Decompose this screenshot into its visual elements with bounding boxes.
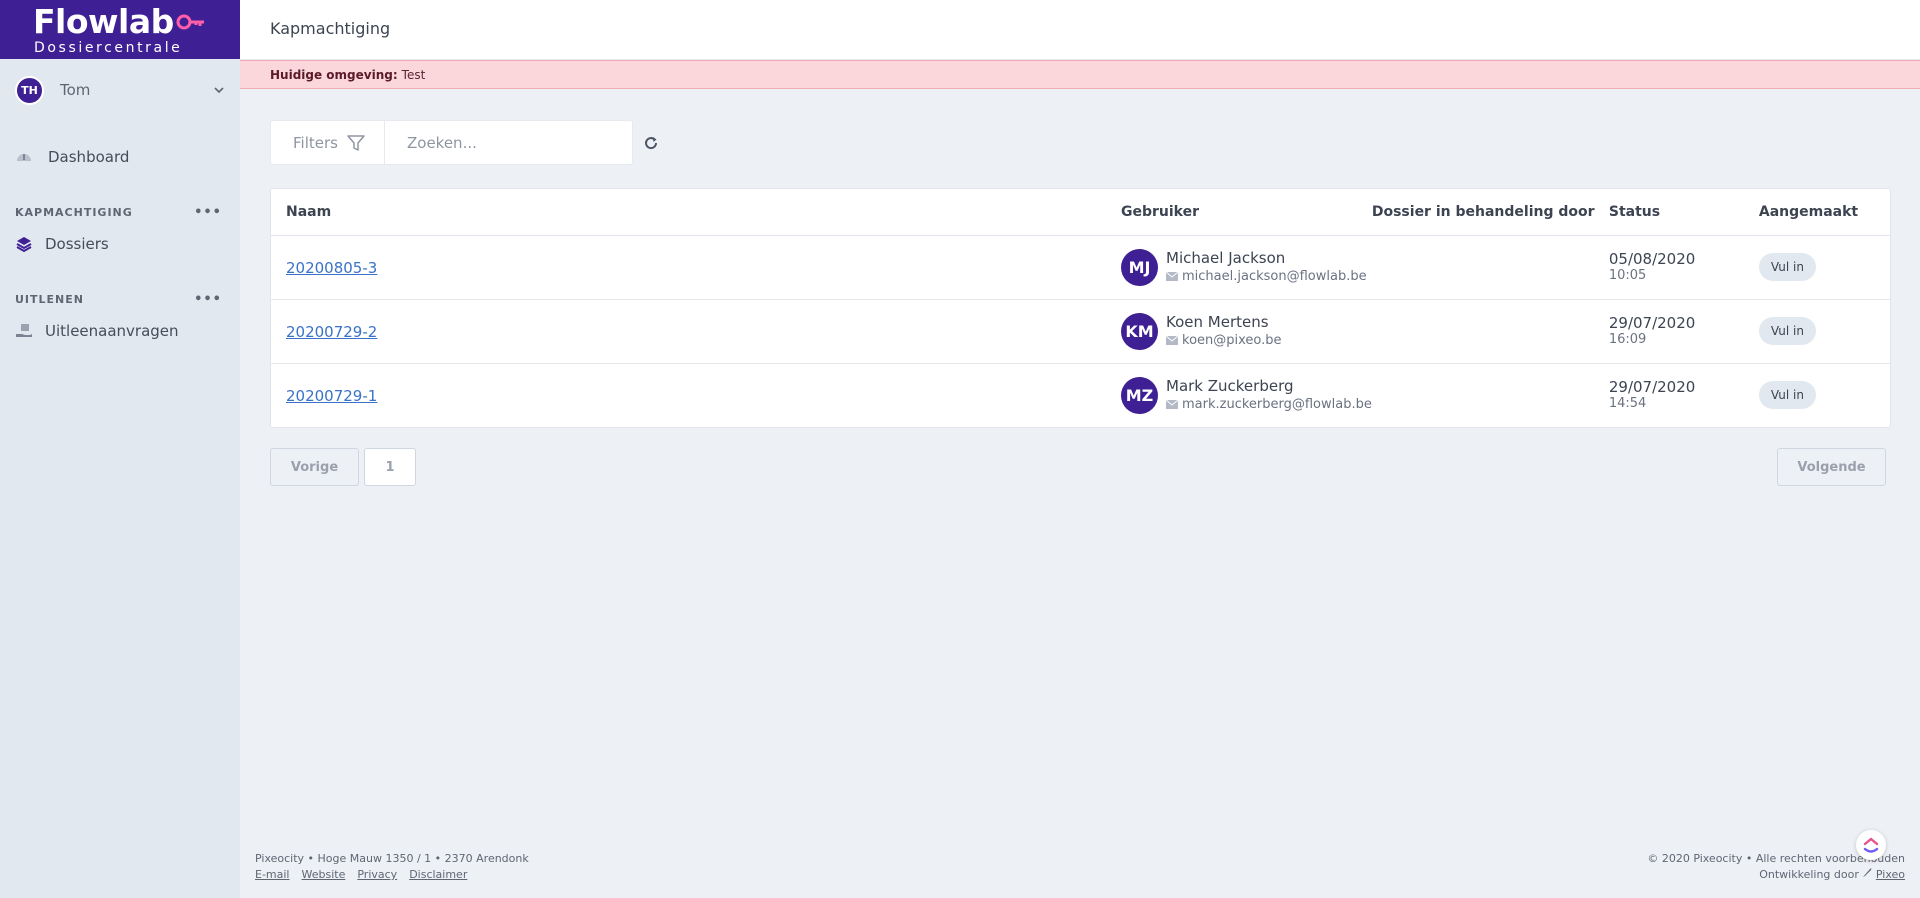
table-header-row: Naam Gebruiker Dossier in behandeling do… (271, 189, 1890, 236)
avatar: MZ (1121, 376, 1158, 414)
next-page-button[interactable]: Volgende (1777, 448, 1886, 486)
environment-label: Huidige omgeving: (270, 67, 398, 82)
main-content: Kapmachtiging Huidige omgeving: Test Fil… (240, 0, 1920, 898)
handler-cell (1371, 235, 1609, 300)
section-title: KAPMACHTIGING (15, 205, 133, 219)
user-email: koen@pixeo.be (1166, 332, 1282, 349)
user-cell: MJ Michael Jackson michael.jackson@flowl… (1121, 248, 1372, 286)
clickup-icon (1863, 837, 1879, 853)
user-name: Tom (60, 81, 91, 99)
filter-icon (347, 134, 365, 151)
section-uitlenen: UITLENEN ••• (0, 289, 240, 309)
section-title: UITLENEN (15, 292, 84, 306)
status-date: 29/07/2020 (1608, 314, 1696, 332)
status-time: 16:09 (1608, 332, 1647, 347)
footer-developer: Ontwikkeling door Pixeo (1759, 868, 1905, 881)
clickup-widget-button[interactable] (1856, 830, 1886, 860)
envelope-icon (1166, 272, 1178, 281)
footer-link-email[interactable]: E-mail (255, 868, 290, 881)
environment-value: Test (401, 67, 426, 82)
footer-link-disclaimer[interactable]: Disclaimer (409, 868, 467, 881)
refresh-icon[interactable] (643, 135, 659, 151)
user-email: mark.zuckerberg@flowlab.be (1166, 396, 1372, 413)
user-name: Mark Zuckerberg (1166, 377, 1294, 396)
dossiers-table: Naam Gebruiker Dossier in behandeling do… (270, 188, 1891, 428)
sidebar-item-uitleenaanvragen[interactable]: Uitleenaanvragen (0, 314, 240, 348)
page-title: Kapmachtiging (270, 19, 391, 38)
filters-button[interactable]: Filters (270, 120, 385, 165)
footer-link-website[interactable]: Website (302, 868, 346, 881)
sidebar-item-dossiers[interactable]: Dossiers (0, 227, 240, 261)
filters-label: Filters (293, 133, 338, 152)
handler-cell (1371, 299, 1609, 364)
dossier-link[interactable]: 20200729-1 (286, 387, 377, 405)
top-bar: Kapmachtiging (240, 0, 1920, 60)
envelope-icon (1166, 336, 1178, 345)
logo-title: Flowlab (33, 4, 204, 40)
environment-banner: Huidige omgeving: Test (240, 60, 1920, 89)
user-email: michael.jackson@flowlab.be (1166, 268, 1367, 285)
column-header-gebruiker[interactable]: Gebruiker (1121, 189, 1372, 236)
footer-address: Pixeocity • Hoge Mauw 1350 / 1 • 2370 Ar… (255, 852, 529, 865)
toolbar: Filters (270, 120, 659, 165)
dossier-link[interactable]: 20200729-2 (286, 323, 377, 341)
more-options-icon[interactable]: ••• (194, 205, 222, 220)
sidebar: Flowlab Dossiercentrale TH Tom Dashboard… (0, 0, 240, 898)
column-header-aangemaakt[interactable]: Aangemaakt (1758, 189, 1890, 236)
logo-subtitle: Dossiercentrale (34, 40, 183, 56)
previous-page-button[interactable]: Vorige (270, 448, 359, 486)
pagination: Vorige 1 Volgende (270, 448, 1886, 486)
status-date: 05/08/2020 (1608, 250, 1696, 268)
status-time: 14:54 (1608, 396, 1647, 412)
column-header-status[interactable]: Status (1608, 189, 1759, 236)
sidebar-item-dashboard[interactable]: Dashboard (0, 140, 240, 174)
more-options-icon[interactable]: ••• (194, 292, 222, 307)
sidebar-item-label: Uitleenaanvragen (45, 322, 179, 340)
developer-link[interactable]: Pixeo (1876, 868, 1905, 881)
table-row: 20200729-1 MZ Mark Zuckerberg mark.zucke… (271, 363, 1890, 427)
table-row: 20200805-3 MJ Michael Jackson michael.ja… (271, 235, 1890, 300)
table-row: 20200729-2 KM Koen Mertens koen@pixeo.be (271, 299, 1890, 364)
user-name: Michael Jackson (1166, 249, 1286, 267)
avatar: MJ (1121, 248, 1158, 286)
avatar: KM (1121, 312, 1158, 350)
sidebar-item-label: Dossiers (45, 235, 109, 253)
layers-icon (16, 237, 32, 253)
feather-icon (1863, 868, 1872, 877)
footer-links: E-mail Website Privacy Disclaimer (255, 867, 529, 883)
user-menu[interactable]: TH Tom (0, 59, 240, 121)
user-cell: KM Koen Mertens koen@pixeo.be (1121, 312, 1372, 350)
fill-in-button[interactable]: Vul in (1758, 317, 1816, 345)
status-date: 29/07/2020 (1608, 378, 1696, 397)
status-time: 10:05 (1608, 268, 1647, 283)
user-name: Koen Mertens (1166, 313, 1269, 331)
app-logo[interactable]: Flowlab Dossiercentrale (0, 0, 240, 59)
chevron-down-icon[interactable] (212, 83, 226, 97)
sidebar-item-label: Dashboard (48, 148, 130, 166)
footer-left: Pixeocity • Hoge Mauw 1350 / 1 • 2370 Ar… (255, 851, 529, 883)
key-icon (176, 14, 204, 30)
dashboard-gauge-icon (17, 154, 31, 161)
column-header-behandeling[interactable]: Dossier in behandeling door (1371, 189, 1609, 236)
column-header-naam[interactable]: Naam (271, 189, 1121, 236)
section-kapmachtiging: KAPMACHTIGING ••• (0, 202, 240, 222)
avatar: TH (15, 75, 44, 105)
fill-in-button[interactable]: Vul in (1758, 253, 1816, 281)
search-input[interactable] (385, 120, 633, 165)
hand-box-icon (16, 324, 32, 337)
dossier-link[interactable]: 20200805-3 (286, 259, 377, 277)
user-cell: MZ Mark Zuckerberg mark.zuckerberg@flowl… (1121, 376, 1372, 414)
envelope-icon (1166, 400, 1178, 410)
footer-link-privacy[interactable]: Privacy (357, 868, 397, 881)
handler-cell (1372, 363, 1609, 427)
page-1-button[interactable]: 1 (364, 448, 416, 486)
fill-in-button[interactable]: Vul in (1758, 381, 1816, 410)
